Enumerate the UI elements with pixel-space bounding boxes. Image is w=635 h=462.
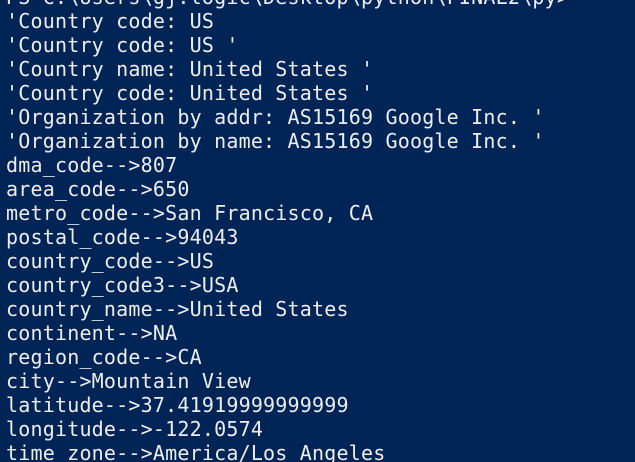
console-line: area_code-->650 — [6, 177, 190, 201]
console-line: country_name-->United States — [6, 297, 349, 321]
console-line: continent-->NA — [6, 321, 178, 345]
console-line: metro_code-->San Francisco, CA — [6, 201, 374, 225]
console-output: PS C:\Users\gj.logic\Desktop\python\FINA… — [6, 0, 569, 462]
console-line: postal_code-->94043 — [6, 225, 239, 249]
console-line: dma_code-->807 — [6, 153, 178, 177]
console-line: 'Country code: United States ' — [6, 81, 374, 105]
console-line: 'Organization by name: AS15169 Google In… — [6, 129, 545, 153]
console-line: city-->Mountain View — [6, 369, 251, 393]
console-line-prompt: PS C:\Users\gj.logic\Desktop\python\FINA… — [6, 0, 569, 9]
console-line: country_code-->US — [6, 249, 215, 273]
console-line: longitude-->-122.0574 — [6, 417, 264, 441]
console-line: 'Country code: US — [6, 9, 215, 33]
console-line: time_zone-->America/Los_Angeles — [6, 441, 386, 462]
powershell-console[interactable]: PS C:\Users\gj.logic\Desktop\python\FINA… — [0, 0, 635, 462]
console-line: 'Country name: United States ' — [6, 57, 374, 81]
console-line: latitude-->37.41919999999999 — [6, 393, 349, 417]
console-line: 'Country code: US ' — [6, 33, 239, 57]
console-line: country_code3-->USA — [6, 273, 239, 297]
console-line: region_code-->CA — [6, 345, 202, 369]
console-line: 'Organization by addr: AS15169 Google In… — [6, 105, 545, 129]
